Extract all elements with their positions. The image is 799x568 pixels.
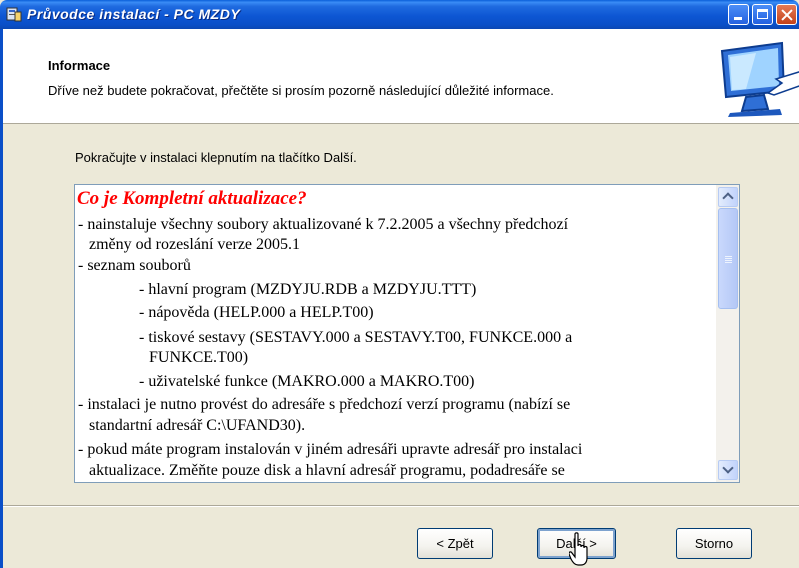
- wizard-header: Informace Dříve než budete pokračovat, p…: [3, 29, 799, 124]
- maximize-button[interactable]: [752, 4, 773, 25]
- info-memo[interactable]: Co je Kompletní aktualizace? - nainstalu…: [74, 184, 740, 483]
- memo-line: - seznam souborů: [78, 257, 191, 274]
- memo-line: standartní adresář C:\UFAND30).: [89, 417, 306, 434]
- scroll-thumb[interactable]: [718, 208, 738, 309]
- close-button[interactable]: [776, 4, 797, 25]
- memo-line: - tiskové sestavy (SESTAVY.000 a SESTAVY…: [139, 329, 573, 346]
- hand-cursor-icon: [569, 532, 588, 566]
- memo-line: - nápověda (HELP.000 a HELP.T00): [139, 304, 374, 321]
- button-divider: [3, 505, 799, 507]
- memo-line: - instalaci je nutno provést do adresáře…: [78, 396, 571, 413]
- memo-line: - uživatelské funkce (MAKRO.000 a MAKRO.…: [139, 373, 475, 390]
- window-title: Průvodce instalací - PC MZDY: [27, 6, 241, 22]
- back-button[interactable]: < Zpět: [417, 528, 493, 559]
- scroll-up-button[interactable]: [718, 187, 738, 207]
- installer-window: Průvodce instalací - PC MZDY Informace D…: [0, 0, 799, 568]
- page-title: Informace: [48, 58, 111, 73]
- page-subtitle: Dříve než budete pokračovat, přečtěte si…: [48, 83, 554, 98]
- title-bar[interactable]: Průvodce instalací - PC MZDY: [0, 0, 799, 29]
- memo-line: aktualizace. Změňte pouze disk a hlavní …: [89, 462, 565, 479]
- memo-line: - hlavní program (MZDYJU.RDB a MZDYJU.TT…: [139, 281, 477, 298]
- cancel-button[interactable]: Storno: [676, 528, 752, 559]
- minimize-button[interactable]: [728, 4, 749, 25]
- instruction-text: Pokračujte v instalaci klepnutím na tlač…: [75, 150, 357, 165]
- memo-scrollbar[interactable]: [716, 185, 739, 482]
- scroll-down-button[interactable]: [718, 460, 738, 480]
- memo-line: - pokud máte program instalován v jiném …: [78, 441, 583, 458]
- setup-computer-icon: [716, 31, 799, 119]
- memo-line: změny od rozeslání verze 2005.1: [89, 236, 301, 253]
- memo-line: FUNKCE.T00): [149, 349, 249, 366]
- memo-heading: Co je Kompletní aktualizace?: [77, 188, 307, 209]
- scroll-grip-icon: [725, 256, 732, 257]
- installer-app-icon: [6, 7, 22, 22]
- memo-line: - nainstaluje všechny soubory aktualizov…: [78, 216, 569, 233]
